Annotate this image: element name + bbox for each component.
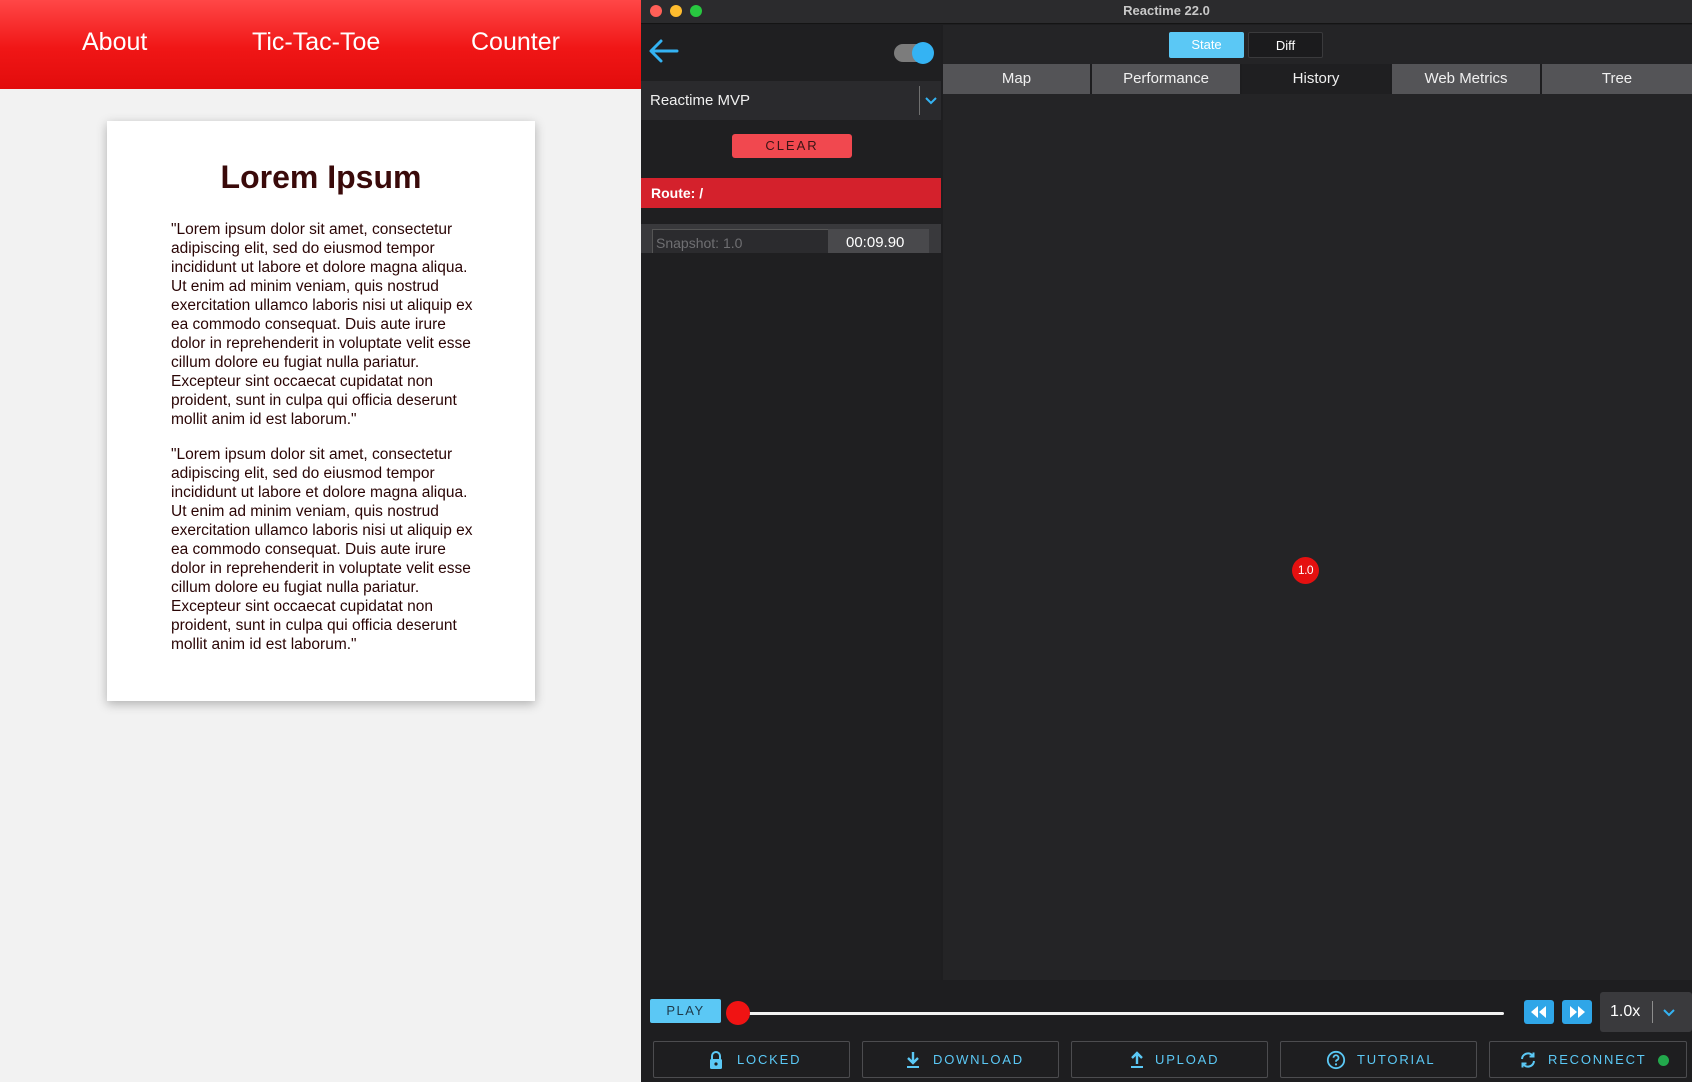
upload-icon (1127, 1050, 1147, 1070)
tab-history[interactable]: History (1242, 64, 1390, 94)
arrow-left-icon[interactable] (647, 38, 681, 64)
reactime-window: Reactime 22.0 Reactime MVP CLEAR Route: … (641, 0, 1692, 1082)
state-view-button[interactable]: State (1169, 32, 1244, 58)
tab-web-metrics[interactable]: Web Metrics (1392, 64, 1540, 94)
route-label: Route: / (651, 185, 704, 201)
card-paragraph: "Lorem ipsum dolor sit amet, consectetur… (171, 446, 473, 653)
snapshot-time: 00:09.90 (846, 234, 905, 251)
nav-link-about[interactable]: About (82, 28, 147, 57)
reconnect-label: RECONNECT (1548, 1052, 1647, 1067)
window-titlebar: Reactime 22.0 (641, 0, 1692, 24)
rewind-icon[interactable] (1524, 1000, 1554, 1024)
speed-select[interactable]: 1.0x (1600, 992, 1692, 1032)
tutorial-label: TUTORIAL (1357, 1052, 1436, 1067)
top-nav-bar: About Tic-Tac-Toe Counter (0, 0, 641, 89)
tab-performance[interactable]: Performance (1092, 64, 1240, 94)
dropdown-divider (1652, 1001, 1653, 1023)
download-button[interactable]: DOWNLOAD (862, 1041, 1059, 1078)
snapshot-label: Snapshot: 1.0 (656, 235, 743, 251)
toggle-knob (912, 42, 934, 64)
snapshot-sidebar: Reactime MVP CLEAR Route: / Snapshot: 1.… (641, 25, 941, 980)
upload-button[interactable]: UPLOAD (1071, 1041, 1268, 1078)
content-card: Lorem Ipsum "Lorem ipsum dolor sit amet,… (107, 121, 535, 701)
help-circle-icon (1326, 1050, 1346, 1070)
locked-button[interactable]: LOCKED (653, 1041, 850, 1078)
dropdown-divider (919, 86, 920, 115)
upload-label: UPLOAD (1155, 1052, 1220, 1067)
card-paragraph: "Lorem ipsum dolor sit amet, consectetur… (171, 221, 473, 428)
app-select-dropdown[interactable]: Reactime MVP (641, 81, 941, 120)
route-header: Route: / (641, 178, 941, 208)
app-select-value: Reactime MVP (650, 92, 751, 109)
fast-forward-icon[interactable] (1562, 1000, 1592, 1024)
demo-app-window: About Tic-Tac-Toe Counter Lorem Ipsum "L… (0, 0, 641, 1082)
download-icon (903, 1050, 923, 1070)
chevron-down-icon (923, 93, 939, 107)
timeline-slider-track[interactable] (740, 1012, 1504, 1015)
tab-map[interactable]: Map (943, 64, 1090, 94)
download-label: DOWNLOAD (933, 1052, 1024, 1067)
nav-link-counter[interactable]: Counter (471, 28, 560, 57)
speed-value: 1.0x (1610, 1003, 1641, 1020)
tab-tree[interactable]: Tree (1542, 64, 1692, 94)
history-node[interactable]: 1.0 (1292, 557, 1319, 584)
card-title: Lorem Ipsum (220, 159, 422, 195)
timeline-bar: PLAY 1.0x LOCKED DOWNLOAD UPLOAD TUTORIA… (641, 980, 1692, 1082)
reconnect-button[interactable]: RECONNECT (1489, 1041, 1687, 1078)
main-panel: State Diff Map Performance History Web M… (943, 25, 1692, 980)
clear-button[interactable]: CLEAR (732, 134, 852, 158)
lock-icon (706, 1050, 726, 1070)
chevron-down-icon (1661, 1005, 1677, 1019)
nav-link-tic-tac-toe[interactable]: Tic-Tac-Toe (252, 28, 380, 57)
snapshot-list-item[interactable]: Snapshot: 1.0 00:09.90 (641, 224, 941, 253)
tab-bar: Map Performance History Web Metrics Tree (943, 64, 1692, 94)
locked-label: LOCKED (737, 1052, 802, 1067)
connection-status-dot (1658, 1055, 1669, 1066)
tutorial-button[interactable]: TUTORIAL (1280, 1041, 1477, 1078)
toggle-switch[interactable] (894, 42, 934, 64)
timeline-slider-handle[interactable] (726, 1001, 750, 1025)
diff-view-button[interactable]: Diff (1248, 32, 1323, 58)
play-button[interactable]: PLAY (650, 999, 721, 1023)
sync-icon (1518, 1050, 1538, 1070)
window-title: Reactime 22.0 (1123, 3, 1210, 18)
